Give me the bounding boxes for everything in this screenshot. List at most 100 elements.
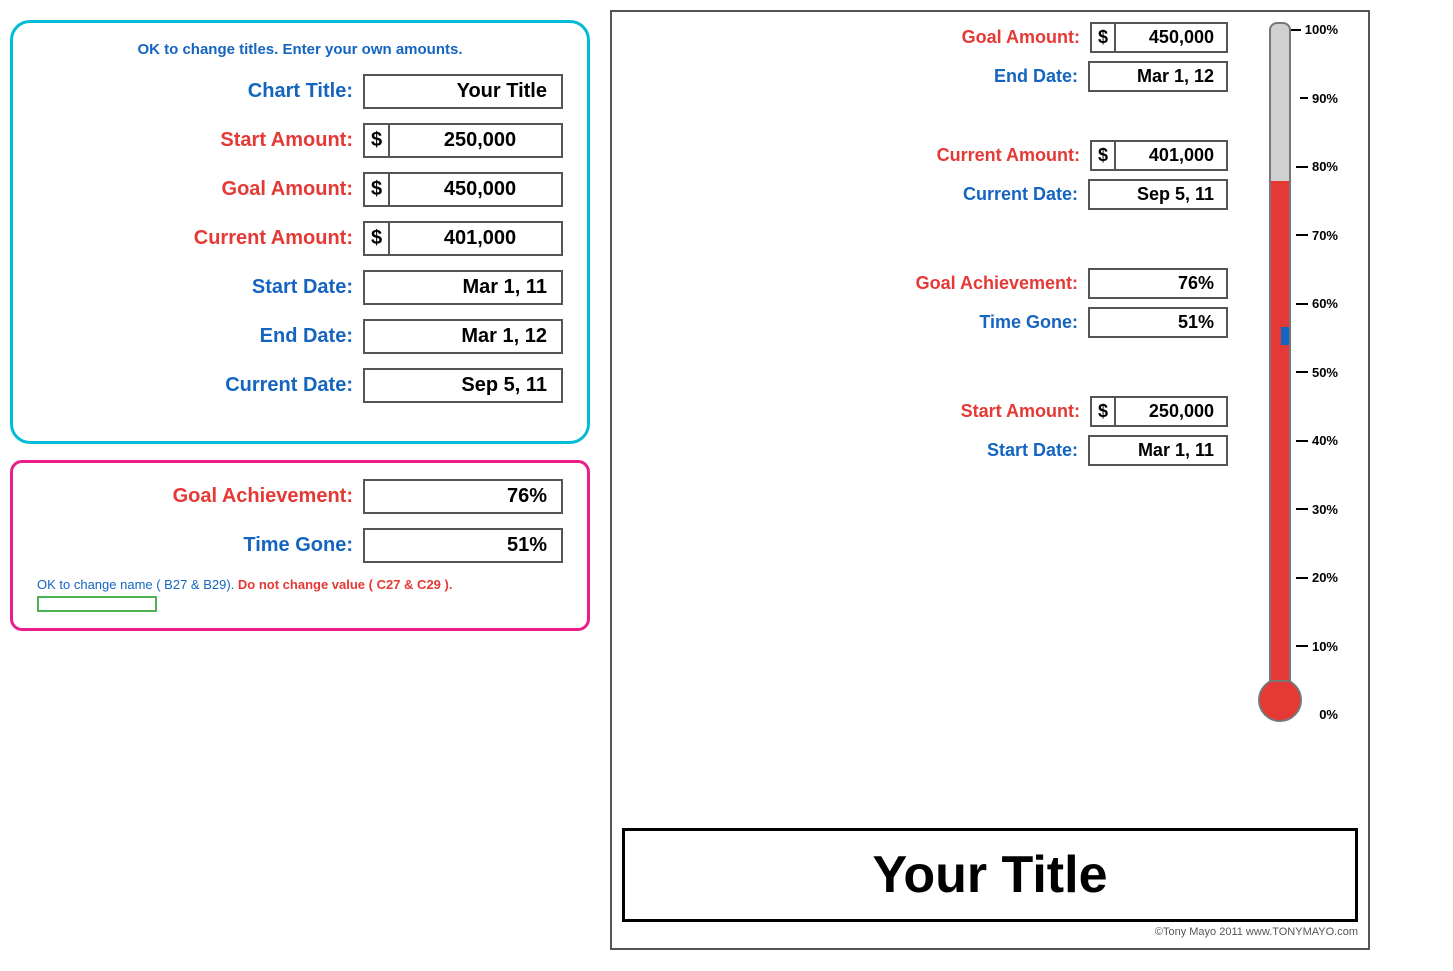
end-date-label: End Date:: [260, 325, 353, 348]
right-content: Goal Amount: $ 450,000 End Date: Mar 1, …: [622, 22, 1358, 812]
r-end-date-row: End Date: Mar 1, 12: [622, 61, 1228, 92]
current-amount-label: Current Amount:: [194, 227, 353, 250]
goal-amount-input-wrap: $ 450,000: [363, 172, 563, 207]
chart-title-label: Chart Title:: [248, 80, 353, 103]
achievement-section: Goal Achievement: 76% Time Gone: 51% OK …: [10, 460, 590, 631]
right-group-1: Goal Amount: $ 450,000 End Date: Mar 1, …: [622, 22, 1228, 100]
thermo-blue-marker: [1281, 327, 1289, 345]
thermo-scale-wrap: 100% 90% 80% 70%: [1258, 22, 1338, 722]
scale-label-0: 0%: [1319, 707, 1338, 722]
r-current-date-value[interactable]: Sep 5, 11: [1088, 179, 1228, 210]
r-start-date-row: Start Date: Mar 1, 11: [622, 435, 1228, 466]
scale-label-60: 60%: [1312, 296, 1338, 311]
r-current-amount-row: Current Amount: $ 401,000: [622, 140, 1228, 171]
end-date-row: End Date: Mar 1, 12: [37, 319, 563, 354]
r-start-date-value[interactable]: Mar 1, 11: [1088, 435, 1228, 466]
scale-90: 90%: [1300, 91, 1338, 106]
green-indicator: [37, 596, 157, 612]
right-group-3: Goal Achievement: 76% Time Gone: 51%: [622, 268, 1228, 346]
scale-label-20: 20%: [1312, 570, 1338, 585]
chart-title-input[interactable]: Your Title: [363, 74, 563, 109]
thermometer-column: 100% 90% 80% 70%: [1238, 22, 1358, 812]
r-goal-achievement-value[interactable]: 76%: [1088, 268, 1228, 299]
current-amount-value[interactable]: 401,000: [390, 223, 530, 254]
right-group-4: Start Amount: $ 250,000 Start Date: Mar …: [622, 396, 1228, 474]
left-panel: OK to change titles. Enter your own amou…: [10, 10, 590, 631]
r-goal-amount-label: Goal Amount:: [962, 27, 1080, 48]
start-date-label: Start Date:: [252, 276, 353, 299]
time-gone-row: Time Gone: 51%: [37, 528, 563, 563]
achievement-goal-row: Goal Achievement: 76%: [37, 479, 563, 514]
start-amount-value[interactable]: 250,000: [390, 125, 530, 156]
achievement-goal-value[interactable]: 76%: [363, 479, 563, 514]
thermo-red-fill: [1271, 181, 1289, 680]
time-gone-value[interactable]: 51%: [363, 528, 563, 563]
scale-label-80: 80%: [1312, 159, 1338, 174]
r-goal-currency: $: [1092, 24, 1116, 51]
note-blue: OK to change name ( B27 & B29).: [37, 577, 234, 592]
goal-amount-row: Goal Amount: $ 450,000: [37, 172, 563, 207]
r-time-gone-row: Time Gone: 51%: [622, 307, 1228, 338]
right-group-2: Current Amount: $ 401,000 Current Date: …: [622, 140, 1228, 218]
start-amount-row: Start Amount: $ 250,000: [37, 123, 563, 158]
time-gone-label: Time Gone:: [243, 534, 353, 557]
current-date-value[interactable]: Sep 5, 11: [363, 368, 563, 403]
thermo-bulb: [1258, 678, 1302, 722]
thermo-visual: [1258, 22, 1302, 722]
scale-20: 20%: [1296, 570, 1338, 585]
start-date-row: Start Date: Mar 1, 11: [37, 270, 563, 305]
start-amount-label: Start Amount:: [220, 129, 353, 152]
r-current-amount-value[interactable]: 401,000: [1116, 142, 1226, 169]
goal-amount-currency: $: [365, 174, 390, 205]
achievement-note: OK to change name ( B27 & B29). Do not c…: [37, 577, 563, 612]
r-time-gone-label: Time Gone:: [979, 312, 1078, 333]
r-start-date-label: Start Date:: [987, 440, 1078, 461]
scale-label-100: 100%: [1305, 22, 1338, 37]
current-amount-row: Current Amount: $ 401,000: [37, 221, 563, 256]
scale-40: 40%: [1296, 433, 1338, 448]
section-note: OK to change titles. Enter your own amou…: [37, 41, 563, 58]
r-goal-amount-row: Goal Amount: $ 450,000: [622, 22, 1228, 53]
r-start-currency: $: [1092, 398, 1116, 425]
r-goal-amount-value[interactable]: 450,000: [1116, 24, 1226, 51]
scale-label-50: 50%: [1312, 365, 1338, 380]
r-end-date-value[interactable]: Mar 1, 12: [1088, 61, 1228, 92]
r-current-amount-wrap: $ 401,000: [1090, 140, 1228, 171]
end-date-value[interactable]: Mar 1, 12: [363, 319, 563, 354]
scale-50: 50%: [1296, 365, 1338, 380]
scale-label-30: 30%: [1312, 502, 1338, 517]
r-current-amount-label: Current Amount:: [937, 145, 1080, 166]
r-current-date-label: Current Date:: [963, 184, 1078, 205]
start-amount-input-wrap: $ 250,000: [363, 123, 563, 158]
current-date-label: Current Date:: [225, 374, 353, 397]
scale-label-70: 70%: [1312, 228, 1338, 243]
current-amount-input-wrap: $ 401,000: [363, 221, 563, 256]
chart-title-display: Your Title: [873, 846, 1108, 904]
r-current-date-row: Current Date: Sep 5, 11: [622, 179, 1228, 210]
r-current-currency: $: [1092, 142, 1116, 169]
scale-80: 80%: [1296, 159, 1338, 174]
chart-title-box: Your Title: [622, 828, 1358, 922]
r-start-amount-value[interactable]: 250,000: [1116, 398, 1226, 425]
r-goal-achievement-row: Goal Achievement: 76%: [622, 268, 1228, 299]
r-end-date-label: End Date:: [994, 66, 1078, 87]
r-start-amount-row: Start Amount: $ 250,000: [622, 396, 1228, 427]
r-goal-achievement-label: Goal Achievement:: [916, 273, 1078, 294]
r-goal-amount-wrap: $ 450,000: [1090, 22, 1228, 53]
data-column: Goal Amount: $ 450,000 End Date: Mar 1, …: [622, 22, 1238, 812]
r-start-amount-wrap: $ 250,000: [1090, 396, 1228, 427]
input-section: OK to change titles. Enter your own amou…: [10, 20, 590, 444]
note-red: Do not change value ( C27 & C29 ).: [238, 577, 453, 592]
chart-title-row: Chart Title: Your Title: [37, 74, 563, 109]
start-date-value[interactable]: Mar 1, 11: [363, 270, 563, 305]
scale-70: 70%: [1296, 228, 1338, 243]
start-amount-currency: $: [365, 125, 390, 156]
scale-label-90: 90%: [1312, 91, 1338, 106]
scale-0: 0%: [1303, 707, 1338, 722]
thermo-tube: [1269, 22, 1291, 682]
r-time-gone-value[interactable]: 51%: [1088, 307, 1228, 338]
scale-label-40: 40%: [1312, 433, 1338, 448]
scale-30: 30%: [1296, 502, 1338, 517]
goal-amount-value[interactable]: 450,000: [390, 174, 530, 205]
scale-10: 10%: [1296, 639, 1338, 654]
